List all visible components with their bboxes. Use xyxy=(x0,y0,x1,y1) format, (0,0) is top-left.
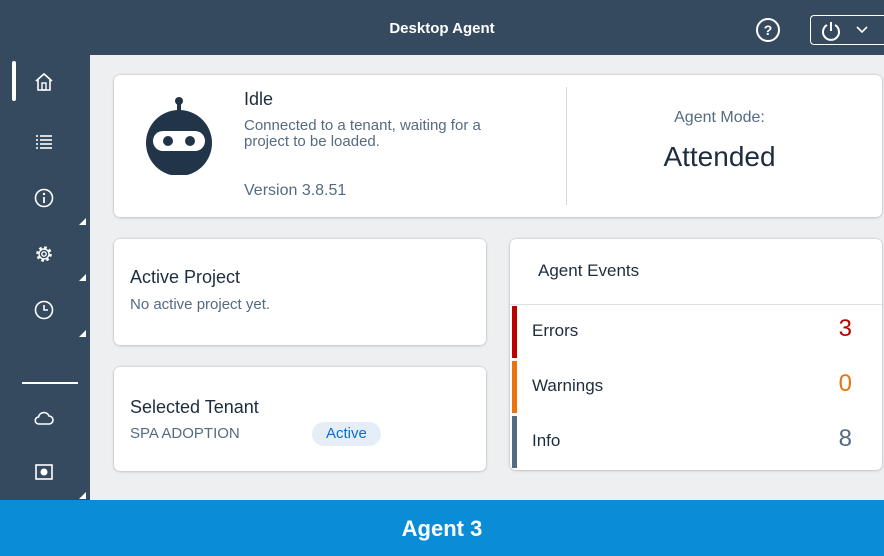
agent-caption-banner: Agent 3 xyxy=(0,500,884,556)
main-content: Idle Connected to a tenant, waiting for … xyxy=(90,55,884,500)
sidebar-item-list[interactable] xyxy=(0,115,90,171)
info-icon xyxy=(34,188,54,208)
event-row-warnings[interactable]: Warnings 0 xyxy=(510,360,882,414)
sidebar-item-home[interactable] xyxy=(0,55,90,111)
power-icon xyxy=(822,22,840,41)
sidebar-item-record[interactable] xyxy=(0,445,90,501)
expand-corner-icon xyxy=(79,492,86,499)
event-row-info[interactable]: Info 8 xyxy=(510,415,882,469)
event-count: 0 xyxy=(838,370,852,397)
clock-icon xyxy=(34,300,54,320)
agent-events-title: Agent Events xyxy=(538,261,640,280)
agent-status-description: Connected to a tenant, waiting for a pro… xyxy=(244,117,481,150)
event-count: 8 xyxy=(838,425,852,452)
list-icon xyxy=(36,135,52,149)
title-bar: Desktop Agent ? xyxy=(0,0,884,55)
event-row-errors[interactable]: Errors 3 xyxy=(510,305,882,359)
help-icon: ? xyxy=(763,22,773,38)
event-label: Warnings xyxy=(532,376,604,395)
expand-corner-icon xyxy=(79,274,86,281)
event-label: Info xyxy=(532,431,561,450)
expand-corner-icon xyxy=(79,330,86,337)
power-menu-button[interactable] xyxy=(810,15,884,45)
home-icon xyxy=(35,72,53,91)
agent-mode-value: Attended xyxy=(663,141,776,172)
sidebar-item-cloud[interactable] xyxy=(0,391,90,447)
info-indicator xyxy=(512,416,517,468)
event-count: 3 xyxy=(838,315,852,342)
window-title: Desktop Agent xyxy=(389,20,495,37)
selected-tenant-title: Selected Tenant xyxy=(130,397,259,417)
desktop-agent-app: Desktop Agent ? Idle Connected to a tena… xyxy=(0,0,884,556)
help-button[interactable]: ? xyxy=(756,18,780,42)
sidebar-item-history[interactable] xyxy=(0,283,90,339)
selected-tenant-card[interactable]: Selected Tenant SPA ADOPTION Active xyxy=(114,367,486,471)
agent-status-title: Idle xyxy=(244,89,274,109)
settings-icon xyxy=(36,246,52,262)
agent-version: Version 3.8.51 xyxy=(244,182,347,199)
sidebar-divider xyxy=(22,382,78,384)
robot-icon xyxy=(146,97,212,175)
chevron-down-icon xyxy=(856,26,868,34)
active-project-card[interactable]: Active Project No active project yet. xyxy=(114,239,486,345)
event-label: Errors xyxy=(532,321,579,340)
sidebar-item-settings[interactable] xyxy=(0,227,90,283)
record-icon xyxy=(35,464,53,480)
expand-corner-icon xyxy=(79,218,86,225)
cloud-icon xyxy=(34,411,54,425)
active-project-title: Active Project xyxy=(130,267,241,287)
agent-events-card: Agent Events Errors 3 Warnings 0 Info 8 xyxy=(510,239,882,470)
tenant-status-badge: Active xyxy=(312,422,381,446)
sidebar xyxy=(0,55,90,500)
sidebar-item-info[interactable] xyxy=(0,171,90,227)
agent-mode-label: Agent Mode: xyxy=(674,109,765,126)
errors-indicator xyxy=(512,306,517,358)
agent-status-card: Idle Connected to a tenant, waiting for … xyxy=(114,75,882,217)
warnings-indicator xyxy=(512,361,517,413)
tenant-name: SPA ADOPTION xyxy=(130,425,240,442)
active-project-text: No active project yet. xyxy=(130,296,271,313)
